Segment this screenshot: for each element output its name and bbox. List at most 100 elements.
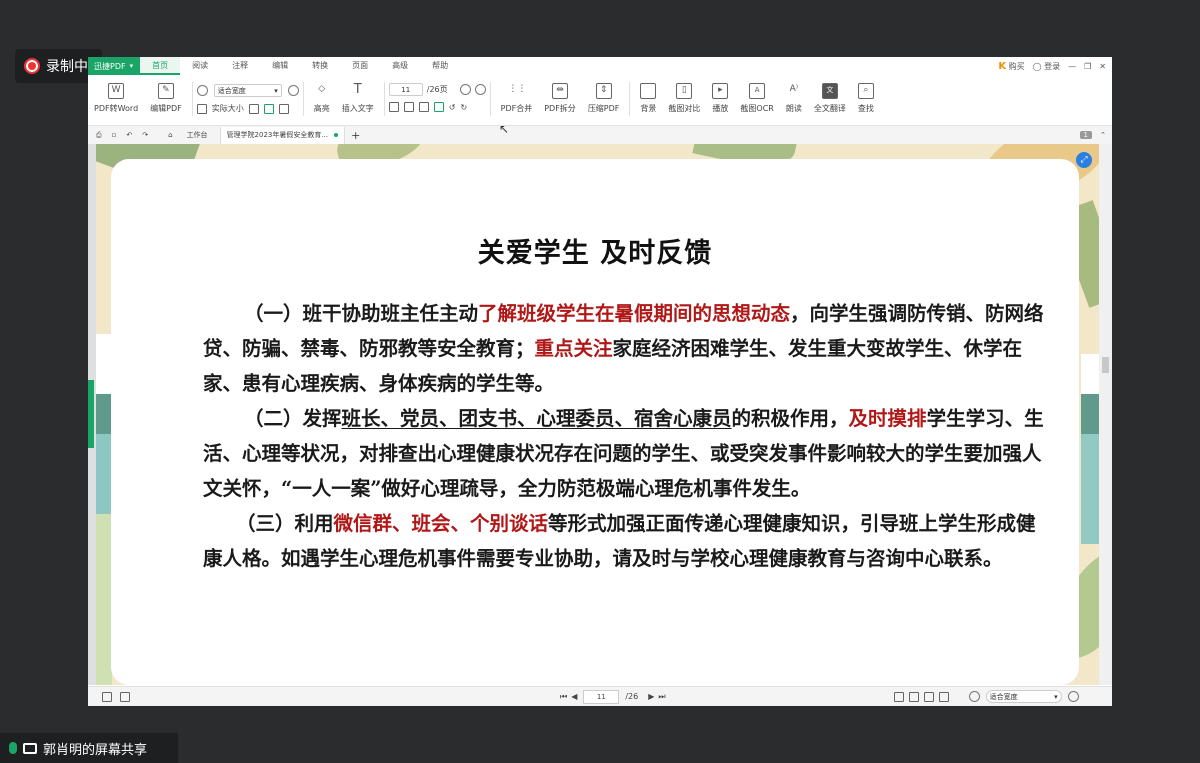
brand-menu-button[interactable]: 迅捷PDF ▾ [88,57,141,75]
print-icon[interactable]: ⎙ [96,131,102,140]
teal-band [96,394,112,434]
status-page-total: /26 [625,692,639,701]
scrollbar-thumb[interactable] [1102,357,1109,373]
edit-pdf-button[interactable]: ✎ 编辑PDF [144,77,188,114]
redo-icon[interactable]: ↷ [142,131,148,139]
k-logo-icon: K [998,60,1007,72]
tab-help[interactable]: 帮助 [420,57,460,75]
compare-button[interactable]: ▯ 截图对比 [662,77,706,114]
assistant-icon[interactable]: ⤢ [1076,152,1092,168]
user-icon: ◯ [1032,61,1042,71]
background-icon [640,83,657,99]
continuous-icon[interactable] [418,102,429,112]
text-select-icon[interactable] [278,103,289,114]
collapse-icon[interactable]: ⌃ [1100,131,1106,139]
pdf-merge-button[interactable]: ⋮⋮ PDF合并 [495,77,539,114]
zoom-out-icon[interactable] [196,85,208,96]
split-icon: ⇹ [552,83,569,99]
minimize-button[interactable]: — [1068,62,1076,71]
restore-button[interactable]: ❐ [1084,62,1091,71]
status-zoom-in-icon[interactable] [1067,691,1079,702]
window-controls: K 购买 ◯ 登录 — ❐ ✕ [998,57,1106,75]
scroll-mode-icon[interactable] [433,102,444,112]
first-page-icon[interactable]: ⏮ [560,692,567,702]
tab-home[interactable]: 首页 [140,57,181,75]
pdf-split-button[interactable]: ⇹ PDF拆分 [538,77,582,114]
translate-button[interactable]: 文 全文翻译 [808,77,852,114]
undo-icon[interactable]: ↶ [126,131,132,139]
next-page-button[interactable]: ▶ [648,692,654,701]
insert-text-button[interactable]: T 插入文字 [336,77,380,114]
tab-annotate[interactable]: 注释 [220,57,260,75]
last-page-icon[interactable]: ⏭ [658,692,665,702]
background-button[interactable]: 背景 [634,77,662,114]
status-zoom-out-icon[interactable] [968,691,980,702]
close-button[interactable]: ✕ [1099,62,1106,71]
fit-width-icon[interactable] [263,103,274,114]
tab-workspace[interactable]: ⌂ 工作台 [162,127,213,144]
tab-edit[interactable]: 编辑 [260,57,300,75]
status-fit-select[interactable]: 适合宽度 ▾ [985,690,1062,703]
find-label: 查找 [857,104,874,113]
page-number-input[interactable]: 11 [388,83,423,96]
status-page-input[interactable]: 11 [583,689,620,704]
compress-pdf-button[interactable]: ⇕ 压缩PDF [582,77,626,114]
fit-page-icon[interactable] [248,103,259,114]
double-view-icon[interactable] [908,691,919,702]
next-page-icon[interactable] [474,84,486,95]
thumbnail-icon[interactable] [102,691,112,702]
paragraph-3: （三）利用微信群、班会、个别谈话等形式加强正面传递心理健康知识，引导班上学生形成… [203,506,1048,576]
fit-select-value: 适合宽度 [217,86,246,95]
screen-share-icon [23,742,37,754]
pdf-to-word-button[interactable]: W PDF转Word [88,77,144,114]
prev-page-button[interactable]: ◀ [571,692,577,701]
ocr-button[interactable]: A 截图OCR [734,77,779,114]
screen-share-indicator[interactable]: 郭肖明的屏幕共享 [0,733,178,763]
teal-band [1081,434,1099,544]
actual-size-icon [196,103,207,114]
highlight-label: 高亮 [313,104,330,113]
compare-icon: ▯ [676,83,693,99]
prev-page-icon[interactable] [459,84,471,95]
paragraph-2: （二）发挥班长、党员、团支书、心理委员、宿舍心康员的积极作用，及时摸排学生学习、… [203,401,1048,506]
bookmark-icon[interactable] [120,691,130,702]
screen-share-label: 郭肖明的屏幕共享 [43,742,148,758]
page-total-label: /26页 [426,85,448,94]
fit-select[interactable]: 适合宽度 ▾ [213,84,282,97]
zoom-in-icon[interactable] [287,85,299,96]
sidebar-toggle-handle[interactable] [88,380,94,448]
new-tab-button[interactable]: + [351,129,360,142]
tab-document[interactable]: 管理学院2023年暑假安全教育... [219,126,346,144]
tab-read[interactable]: 阅读 [180,57,220,75]
play-button[interactable]: ▸ 播放 [706,77,734,114]
highlight-button[interactable]: ◇ 高亮 [308,77,336,114]
single-page-icon[interactable] [388,102,399,112]
actual-size-button[interactable]: 实际大小 [212,103,244,114]
document-viewport[interactable]: 关爱学生 及时反馈 （一）班干协助班主任主动了解班级学生在暑假期间的思想动态，向… [88,144,1112,685]
tab-convert[interactable]: 转换 [300,57,340,75]
text-icon: T [353,82,362,97]
continuous-view-icon[interactable] [923,691,934,702]
separator [383,82,385,116]
caret-icon: ▾ [129,62,134,70]
compare-label: 截图对比 [668,104,701,113]
login-button[interactable]: ◯ 登录 [1033,61,1061,72]
buy-button[interactable]: K 购买 [998,61,1024,72]
p1-text-a: （一）班干协助班主任主动 [244,302,479,325]
read-aloud-button[interactable]: A⁾ 朗读 [780,77,808,114]
rotate-left-icon[interactable]: ↺ [449,103,456,112]
double-page-icon[interactable] [403,102,414,112]
merge-label: PDF合并 [500,104,533,113]
tab-page[interactable]: 页面 [340,57,380,75]
p3-emphasis-b: 微信群、班会、个别谈话 [333,512,549,535]
separator [302,82,304,116]
vertical-scrollbar[interactable] [1099,144,1112,685]
page-badge: 1 [1079,131,1092,139]
rotate-right-icon[interactable]: ↻ [460,103,467,112]
tab-advanced[interactable]: 高级 [380,57,420,75]
find-button[interactable]: ⌕ 查找 [852,77,880,114]
save-icon[interactable]: ▫ [112,131,117,139]
facing-view-icon[interactable] [938,691,949,702]
single-view-icon[interactable] [893,691,904,702]
play-icon: ▸ [712,83,729,99]
